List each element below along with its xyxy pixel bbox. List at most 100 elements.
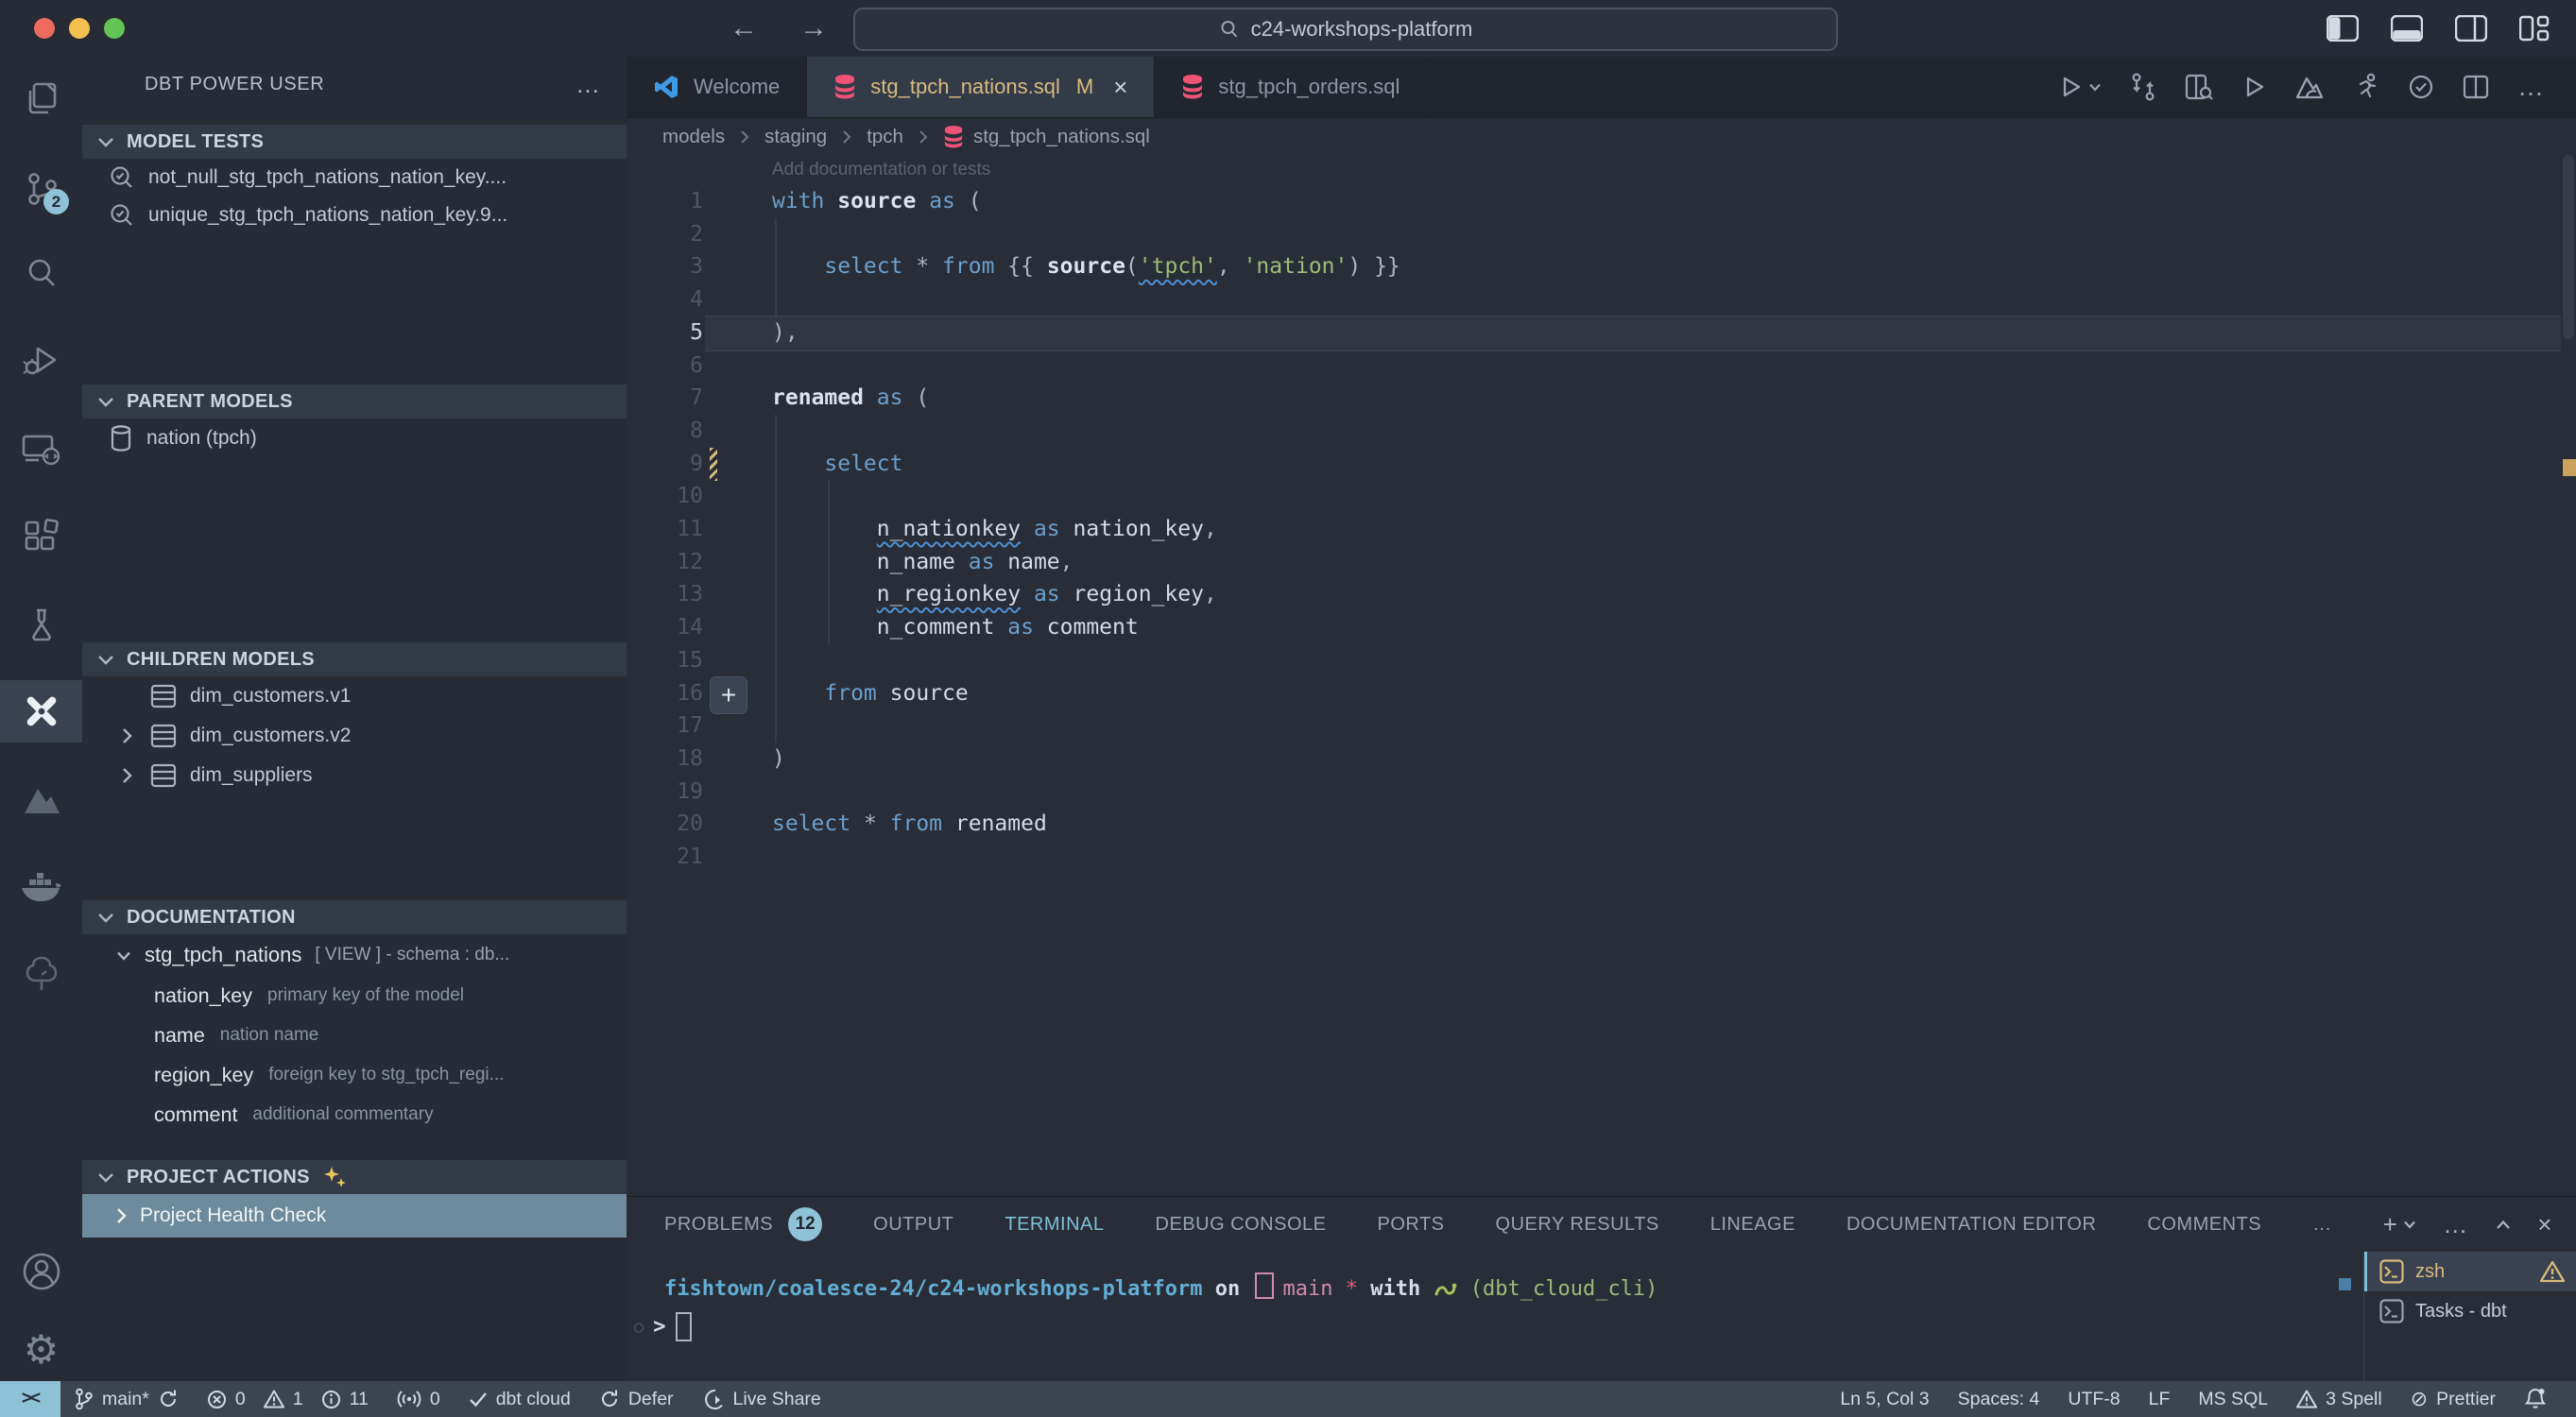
sidebar-item-extensions[interactable] — [0, 506, 82, 569]
notifications-status[interactable] — [2510, 1387, 2561, 1411]
open-preview-icon[interactable] — [2185, 73, 2213, 101]
chevron-right-icon[interactable] — [116, 727, 137, 744]
toggle-panel-icon[interactable] — [2391, 15, 2423, 42]
terminal-list-item-tasks-dbt[interactable]: Tasks - dbt — [2364, 1291, 2576, 1331]
language-mode-status[interactable]: MS SQL — [2184, 1389, 2282, 1410]
section-documentation[interactable]: DOCUMENTATION — [82, 900, 627, 934]
model-test-item[interactable]: unique_stg_tpch_nations_nation_key.9... — [82, 196, 627, 234]
panel-tab-query-results[interactable]: QUERY RESULTS — [1496, 1214, 1659, 1236]
codelens-add-documentation[interactable]: Add documentation or tests — [772, 160, 990, 180]
panel-tab-documentation-editor[interactable]: DOCUMENTATION EDITOR — [1846, 1214, 2096, 1236]
sidebar-item-source-control[interactable]: 2 — [0, 158, 82, 220]
code-line: ) — [772, 743, 785, 776]
remote-indicator[interactable]: >< — [0, 1381, 60, 1417]
sidebar-item-altimate[interactable] — [0, 769, 82, 831]
customize-layout-icon[interactable] — [2519, 14, 2550, 43]
branch-status[interactable]: main* — [60, 1388, 193, 1410]
dbt-cloud-status[interactable]: dbt cloud — [455, 1389, 585, 1410]
sidebar-more-actions-icon[interactable]: … — [575, 70, 602, 99]
more-actions-icon[interactable]: … — [2517, 72, 2546, 102]
minimize-window-button[interactable] — [69, 18, 90, 39]
breadcrumb-item[interactable]: staging — [764, 126, 827, 148]
sidebar-item-docker[interactable] — [0, 856, 82, 918]
close-window-button[interactable] — [34, 18, 55, 39]
run-with-dropdown-icon[interactable] — [2058, 75, 2102, 99]
add-button[interactable]: + — [710, 676, 747, 714]
chevron-right-icon[interactable] — [116, 767, 137, 784]
section-children-models[interactable]: CHILDREN MODELS — [82, 642, 627, 676]
terminal-list-item-zsh[interactable]: zsh — [2364, 1252, 2576, 1291]
accounts-button[interactable] — [0, 1240, 82, 1303]
split-editor-icon[interactable] — [2463, 75, 2489, 99]
live-share-status[interactable]: Live Share — [688, 1388, 835, 1410]
navigate-forward-icon[interactable]: → — [799, 12, 828, 44]
defer-status[interactable]: Defer — [585, 1389, 688, 1410]
child-model-item[interactable]: dim_customers.v2 — [82, 716, 627, 756]
parent-model-item[interactable]: nation (tpch) — [82, 418, 627, 458]
toggle-sidebar-icon[interactable] — [2327, 15, 2359, 42]
tab-stg-tpch-orders[interactable]: stg_tpch_orders.sql — [1155, 57, 1427, 117]
indentation-status[interactable]: Spaces: 4 — [1944, 1389, 2054, 1410]
section-project-actions[interactable]: PROJECT ACTIONS — [82, 1160, 627, 1194]
terminal-view[interactable]: fishtown/coalesce-24/c24-workshops-platf… — [627, 1252, 2364, 1382]
ports-status[interactable]: 0 — [383, 1389, 455, 1410]
warning-icon — [264, 1390, 284, 1408]
more-tabs-icon[interactable]: … — [2312, 1214, 2332, 1236]
section-parent-models[interactable]: PARENT MODELS — [82, 384, 627, 418]
panel-tab-output[interactable]: OUTPUT — [873, 1214, 953, 1236]
close-icon[interactable]: × — [1113, 73, 1127, 102]
sidebar-item-search[interactable] — [0, 242, 82, 304]
documentation-model-row[interactable]: stg_tpch_nations [ VIEW ] - schema : db.… — [82, 934, 627, 976]
command-center-search[interactable]: c24-workshops-platform — [853, 8, 1838, 51]
chevron-down-icon[interactable] — [116, 950, 131, 961]
doc-column-row[interactable]: comment additional commentary — [82, 1095, 627, 1135]
doc-column-row[interactable]: name nation name — [82, 1016, 627, 1055]
git-compare-icon[interactable] — [2130, 73, 2156, 101]
panel-more-actions-icon[interactable]: … — [2443, 1210, 2469, 1239]
panel-tab-problems[interactable]: PROBLEMS12 — [664, 1207, 822, 1241]
problems-status[interactable]: 0 1 11 — [193, 1389, 383, 1410]
panel-tab-debug-console[interactable]: DEBUG CONSOLE — [1156, 1214, 1327, 1236]
encoding-status[interactable]: UTF-8 — [2053, 1389, 2134, 1410]
panel-tab-terminal[interactable]: TERMINAL — [1005, 1214, 1104, 1236]
project-health-check-item[interactable]: Project Health Check — [82, 1194, 627, 1238]
model-test-item[interactable]: not_null_stg_tpch_nations_nation_key.... — [82, 159, 627, 196]
doc-column-row[interactable]: nation_key primary key of the model — [82, 976, 627, 1016]
maximize-panel-icon[interactable] — [2496, 1220, 2511, 1230]
section-model-tests[interactable]: MODEL TESTS — [82, 125, 627, 159]
close-panel-icon[interactable]: × — [2537, 1210, 2552, 1239]
sidebar-item-dbt-power-user[interactable] — [0, 680, 82, 743]
runner-icon[interactable] — [2353, 73, 2379, 101]
breadcrumb-item[interactable]: tpch — [867, 126, 903, 148]
child-model-item[interactable]: dim_suppliers — [82, 756, 627, 795]
tab-welcome[interactable]: Welcome — [627, 57, 807, 117]
editor-scrollbar[interactable] — [2563, 155, 2574, 339]
tab-stg-tpch-nations[interactable]: stg_tpch_nations.sql M × — [807, 57, 1155, 117]
doc-column-row[interactable]: region_key foreign key to stg_tpch_regi.… — [82, 1055, 627, 1095]
eol-status[interactable]: LF — [2135, 1389, 2185, 1410]
check-circle-icon[interactable] — [2408, 74, 2434, 100]
toggle-secondary-sidebar-icon[interactable] — [2455, 15, 2487, 42]
child-model-item[interactable]: dim_customers.v1 — [82, 676, 627, 716]
sidebar-item-remote-explorer[interactable] — [0, 418, 82, 480]
command-decoration-icon[interactable]: ○ — [634, 1318, 644, 1337]
settings-button[interactable]: ⚙ — [0, 1319, 82, 1381]
code-editor[interactable]: Add documentation or tests 1234567891011… — [627, 155, 2576, 1196]
sidebar-item-run-debug[interactable] — [0, 329, 82, 391]
navigate-back-icon[interactable]: ← — [730, 12, 758, 44]
panel-tab-comments[interactable]: COMMENTS — [2147, 1214, 2261, 1236]
breadcrumb-item[interactable]: models — [662, 126, 725, 148]
spell-checker-status[interactable]: 3 Spell — [2282, 1389, 2396, 1410]
sidebar-item-testing[interactable] — [0, 593, 82, 656]
altimate-mountain-icon[interactable] — [2294, 74, 2325, 100]
new-terminal-button[interactable]: + — [2383, 1210, 2417, 1239]
prettier-status[interactable]: ⊘ Prettier — [2396, 1387, 2510, 1411]
panel-tab-ports[interactable]: PORTS — [1377, 1214, 1444, 1236]
breadcrumb-item-file[interactable]: stg_tpch_nations.sql — [943, 125, 1150, 149]
sidebar-item-explorer[interactable] — [0, 67, 82, 129]
run-icon[interactable] — [2241, 75, 2266, 99]
panel-tab-lineage[interactable]: LINEAGE — [1710, 1214, 1795, 1236]
maximize-window-button[interactable] — [104, 18, 125, 39]
sidebar-item-project-tree[interactable] — [0, 943, 82, 1005]
cursor-position-status[interactable]: Ln 5, Col 3 — [1826, 1389, 1943, 1410]
